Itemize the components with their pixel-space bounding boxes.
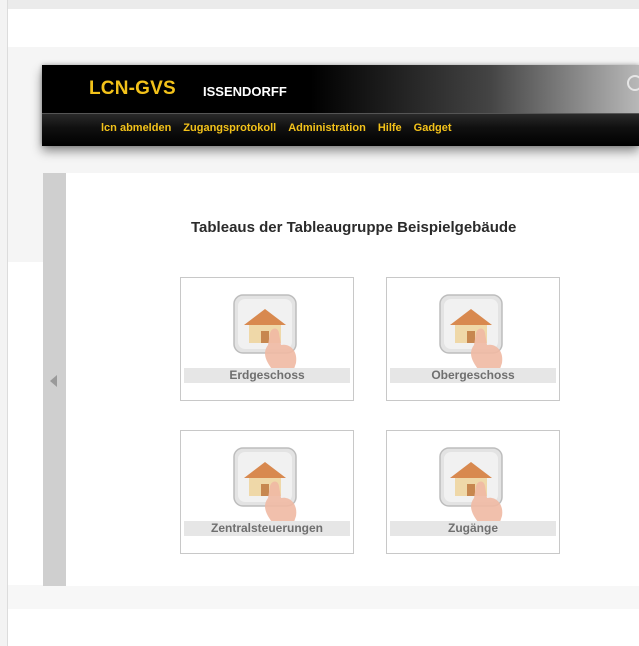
site-name: ISSENDORFF	[203, 84, 287, 99]
house-hand-icon	[439, 447, 503, 522]
page-footer-area	[8, 585, 639, 609]
tile-label: Zentralsteuerungen	[184, 521, 350, 536]
tile-obergeschoss[interactable]: Obergeschoss	[386, 277, 560, 401]
tile-label: Zugänge	[390, 521, 556, 536]
collapse-sidebar-tab[interactable]	[43, 173, 66, 586]
search-icon[interactable]	[627, 75, 639, 91]
browser-frame-left	[0, 0, 8, 646]
content-panel: Tableaus der Tableaugruppe Beispielgebäu…	[43, 173, 639, 586]
nav-logout-link[interactable]: lcn abmelden	[101, 122, 171, 134]
house-hand-icon	[233, 447, 297, 522]
nav-help-link[interactable]: Hilfe	[378, 122, 402, 134]
main-nav: lcn abmelden Zugangsprotokoll Administra…	[42, 113, 639, 146]
house-hand-icon	[439, 294, 503, 369]
brand-logo-text: LCN-GVS	[89, 78, 176, 99]
tile-zentralsteuerungen[interactable]: Zentralsteuerungen	[180, 430, 354, 554]
nav-access-log-link[interactable]: Zugangsprotokoll	[183, 122, 276, 134]
app-header: LCN-GVS ISSENDORFF lcn abmelden Zugangsp…	[42, 65, 639, 146]
tile-label: Obergeschoss	[390, 368, 556, 383]
page-title: Tableaus der Tableaugruppe Beispielgebäu…	[191, 219, 517, 236]
header-title-bar: LCN-GVS ISSENDORFF	[42, 65, 639, 113]
tile-erdgeschoss[interactable]: Erdgeschoss	[180, 277, 354, 401]
nav-administration-link[interactable]: Administration	[288, 122, 366, 134]
nav-gadget-link[interactable]: Gadget	[414, 122, 452, 134]
house-hand-icon	[233, 294, 297, 369]
arrow-left-icon	[50, 375, 57, 387]
page-top-area	[8, 9, 639, 47]
tile-label: Erdgeschoss	[184, 368, 350, 383]
tile-zugaenge[interactable]: Zugänge	[386, 430, 560, 554]
browser-frame-top	[0, 0, 639, 9]
